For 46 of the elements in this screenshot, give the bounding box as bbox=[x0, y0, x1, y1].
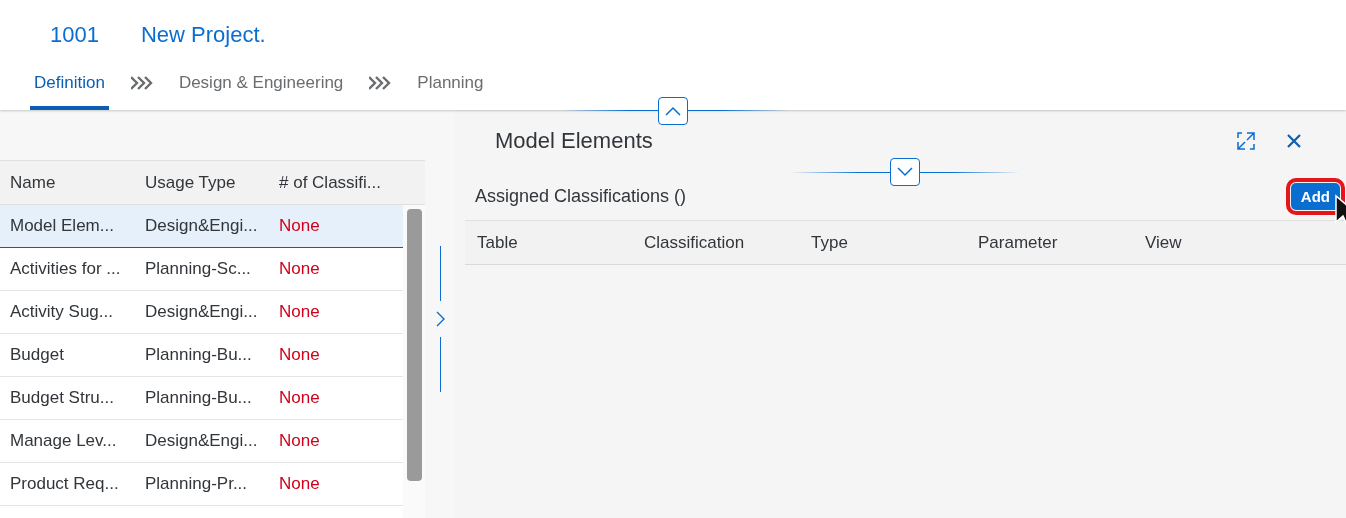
table-cell-text: None bbox=[278, 345, 321, 365]
chevrons-icon bbox=[130, 76, 153, 90]
column-header: Name bbox=[9, 172, 57, 193]
step-tab[interactable]: Design & Engineering bbox=[174, 56, 348, 110]
table-cell-text: Planning-Bu... bbox=[144, 345, 253, 365]
section-title: Assigned Classifications () bbox=[475, 185, 687, 207]
table-cell-text: None bbox=[278, 431, 321, 451]
column-header: Classification bbox=[643, 232, 746, 253]
table-cell-text: Planning-Pr... bbox=[144, 474, 249, 494]
panel-title: Model Elements bbox=[495, 128, 654, 154]
table-cell-text: Planning-Sc... bbox=[144, 259, 252, 279]
table-cell-text: Design&Engi... bbox=[144, 302, 259, 322]
table-cell-text: Activity Sug... bbox=[9, 302, 114, 322]
table-cell-text: Model Elem... bbox=[9, 216, 115, 236]
caret-up-icon bbox=[665, 106, 681, 116]
project-id: 1001 bbox=[50, 22, 99, 48]
column-header: Usage Type bbox=[144, 172, 237, 193]
table-cell-text: Manage Lev... bbox=[9, 431, 118, 451]
column-header: View bbox=[1144, 232, 1183, 253]
table-cell-text: None bbox=[278, 259, 321, 279]
expand-button[interactable] bbox=[890, 158, 920, 186]
table-cell-text: None bbox=[278, 474, 321, 494]
step-tab[interactable]: Definition bbox=[30, 56, 109, 110]
column-header: Parameter bbox=[977, 232, 1059, 253]
table-cell-text: Activities for ... bbox=[9, 259, 122, 279]
table-cell-text: Design&Engi... bbox=[144, 216, 259, 236]
caret-down-icon bbox=[897, 167, 913, 177]
table-cell-text: Budget bbox=[9, 345, 65, 365]
table-cell-text: Design&Engi... bbox=[144, 431, 259, 451]
table-cell-text: None bbox=[278, 302, 321, 322]
collapse-header-button[interactable] bbox=[658, 97, 688, 125]
table-cell-text: Budget Stru... bbox=[9, 388, 115, 408]
step-tab[interactable]: Planning bbox=[413, 56, 488, 110]
table-cell-text: None bbox=[278, 388, 321, 408]
column-header: # of Classifi... bbox=[278, 172, 383, 193]
table-cell-text: None bbox=[278, 216, 321, 236]
add-button[interactable]: Add bbox=[1290, 182, 1340, 210]
project-title: New Project. bbox=[140, 22, 266, 48]
column-header: Type bbox=[810, 232, 849, 253]
chevron-right-icon[interactable] bbox=[435, 311, 445, 327]
table-cell-text: Product Req... bbox=[9, 474, 120, 494]
table-cell-text: Planning-Bu... bbox=[144, 388, 253, 408]
table-row[interactable]: Model Elem... Design&Engi... None bbox=[0, 205, 403, 248]
scrollbar-thumb[interactable] bbox=[406, 209, 422, 481]
chevrons-icon bbox=[369, 76, 392, 90]
column-header: Table bbox=[476, 232, 519, 253]
